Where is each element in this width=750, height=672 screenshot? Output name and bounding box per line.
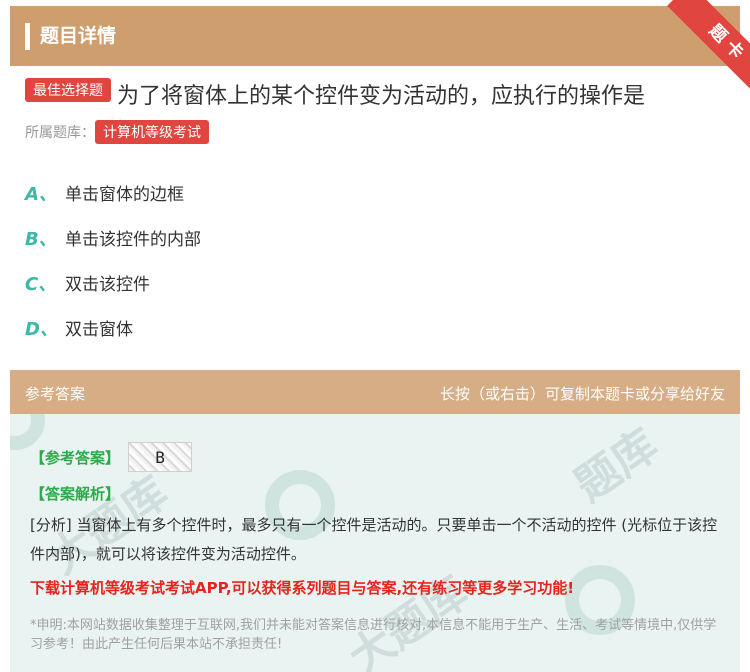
share-hint: 长按（或右击）可复制本题卡或分享给好友 — [439, 385, 725, 403]
watermark-text-icon: 大题库 — [339, 566, 478, 672]
question-row: 最佳选择题 为了将窗体上的某个控件变为活动的，应执行的操作是 — [25, 78, 735, 110]
disclaimer-text: *申明:本网站数据收集整理于互联网,我们并未能对答案信息进行核对,本信息不能用于… — [30, 618, 717, 652]
options-list: A、 单击窗体的边框 B、 单击该控件的内部 C、 双击该控件 D、 双击窗体 — [25, 170, 725, 350]
option-text: 双击窗体 — [65, 320, 133, 340]
option-letter: B、 — [25, 228, 57, 250]
option-letter: D、 — [25, 318, 58, 340]
answer-header-title: 参考答案 — [25, 385, 86, 403]
page-title: 题目详情 — [40, 25, 117, 47]
analysis-text: [分析] 当窗体上有多个控件时，最多只有一个控件是活动的。只要单击一个不活动的控… — [30, 516, 718, 563]
bank-row: 所属题库： 计算机等级考试 — [25, 120, 209, 144]
watermark-text-icon: 题库 — [565, 419, 668, 512]
reference-answer-label: 【参考答案】 — [30, 448, 121, 467]
app-promo-link[interactable]: 下载计算机等级考试考试APP,可以获得系列题目与答案,还有练习等更多学习功能! — [30, 577, 730, 598]
option-c[interactable]: C、 双击该控件 — [25, 260, 725, 305]
option-letter: A、 — [25, 183, 57, 205]
reference-answer-image: B — [128, 442, 193, 472]
header-bar: 题目详情 — [10, 6, 740, 66]
header-accent-bar — [25, 23, 30, 50]
bank-badge[interactable]: 计算机等级考试 — [95, 120, 209, 144]
option-a[interactable]: A、 单击窗体的边框 — [25, 170, 725, 215]
option-b[interactable]: B、 单击该控件的内部 — [25, 215, 725, 260]
option-d[interactable]: D、 双击窗体 — [25, 305, 725, 350]
answer-header: 参考答案 长按（或右击）可复制本题卡或分享给好友 — [10, 370, 740, 414]
question-text: 为了将窗体上的某个控件变为活动的，应执行的操作是 — [117, 84, 646, 109]
option-letter: C、 — [25, 273, 57, 295]
reference-answer-row: 【参考答案】 B — [30, 442, 193, 472]
analysis-label: 【答案解析】 — [30, 485, 121, 503]
question-type-badge: 最佳选择题 — [25, 78, 111, 102]
option-text: 单击该控件的内部 — [65, 230, 201, 250]
option-text: 双击该控件 — [65, 275, 150, 295]
option-text: 单击窗体的边框 — [65, 185, 184, 205]
answer-panel: 大题库 大题库 题库 参考答案 长按（或右击）可复制本题卡或分享给好友 【参考答… — [10, 370, 740, 672]
bank-label: 所属题库： — [25, 125, 95, 141]
